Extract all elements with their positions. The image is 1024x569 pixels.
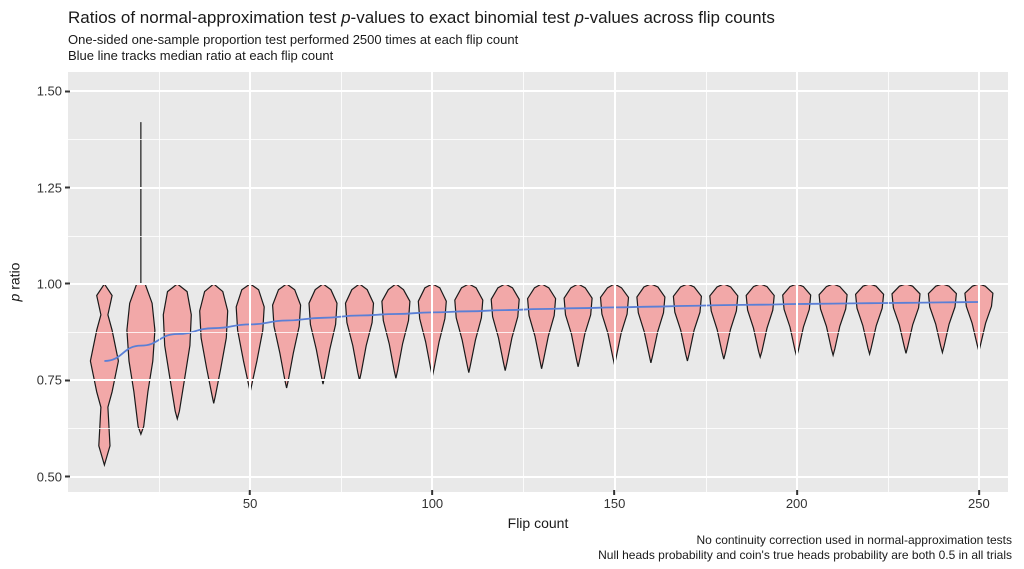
violin [746, 284, 774, 357]
violin [491, 284, 519, 371]
y-tick-label: 1.50 [14, 84, 62, 99]
chart-container: Ratios of normal-approximation test p-va… [0, 0, 1024, 569]
gridline-v [978, 72, 980, 492]
violin [127, 284, 155, 434]
gridline-h [68, 476, 1008, 478]
violin [928, 284, 956, 353]
chart-caption: No continuity correction used in normal-… [598, 533, 1012, 563]
violin [200, 284, 228, 404]
y-tick-label: 0.50 [14, 469, 62, 484]
gridline-h-minor [68, 236, 1008, 237]
violin [564, 284, 592, 367]
violin [90, 284, 118, 465]
violin [819, 284, 847, 355]
gridline-v-minor [341, 72, 342, 492]
gridline-h-minor [68, 139, 1008, 140]
title-part: -values to exact binomial test [351, 8, 575, 27]
x-tick-label: 250 [968, 496, 990, 511]
gridline-h-minor [68, 428, 1008, 429]
chart-title: Ratios of normal-approximation test p-va… [68, 8, 775, 28]
gridline-v-minor [706, 72, 707, 492]
gridline-v [249, 72, 251, 492]
violin [892, 284, 920, 353]
violin [163, 284, 191, 419]
plot-panel [68, 72, 1008, 492]
x-tick-label: 200 [786, 496, 808, 511]
violin [710, 284, 738, 359]
x-tick-label: 150 [604, 496, 626, 511]
gridline-v [614, 72, 616, 492]
gridline-v-minor [888, 72, 889, 492]
title-part: -values across flip counts [584, 8, 775, 27]
gridline-h [68, 379, 1008, 381]
violin [455, 284, 483, 373]
violin [856, 284, 884, 354]
x-axis-label: Flip count [68, 515, 1008, 531]
y-tick-label: 1.00 [14, 276, 62, 291]
y-tick-label: 0.75 [14, 373, 62, 388]
gridline-h [68, 187, 1008, 189]
violin [309, 284, 337, 384]
gridline-h [68, 90, 1008, 92]
violin [637, 284, 665, 363]
violin [528, 284, 556, 369]
title-part: Ratios of normal-approximation test [68, 8, 341, 27]
gridline-v [796, 72, 798, 492]
chart-subtitle: One-sided one-sample proportion test per… [68, 32, 518, 65]
title-ital-p1: p [341, 8, 350, 27]
gridline-v-minor [523, 72, 524, 492]
gridline-v-minor [159, 72, 160, 492]
violin [673, 284, 701, 361]
x-tick-label: 50 [243, 496, 257, 511]
gridline-h-minor [68, 332, 1008, 333]
gridline-h [68, 283, 1008, 285]
ylabel-p: p [6, 294, 22, 302]
title-ital-p2: p [574, 8, 583, 27]
gridline-v [431, 72, 433, 492]
x-tick-label: 100 [421, 496, 443, 511]
y-tick-label: 1.25 [14, 180, 62, 195]
violin [273, 284, 301, 388]
